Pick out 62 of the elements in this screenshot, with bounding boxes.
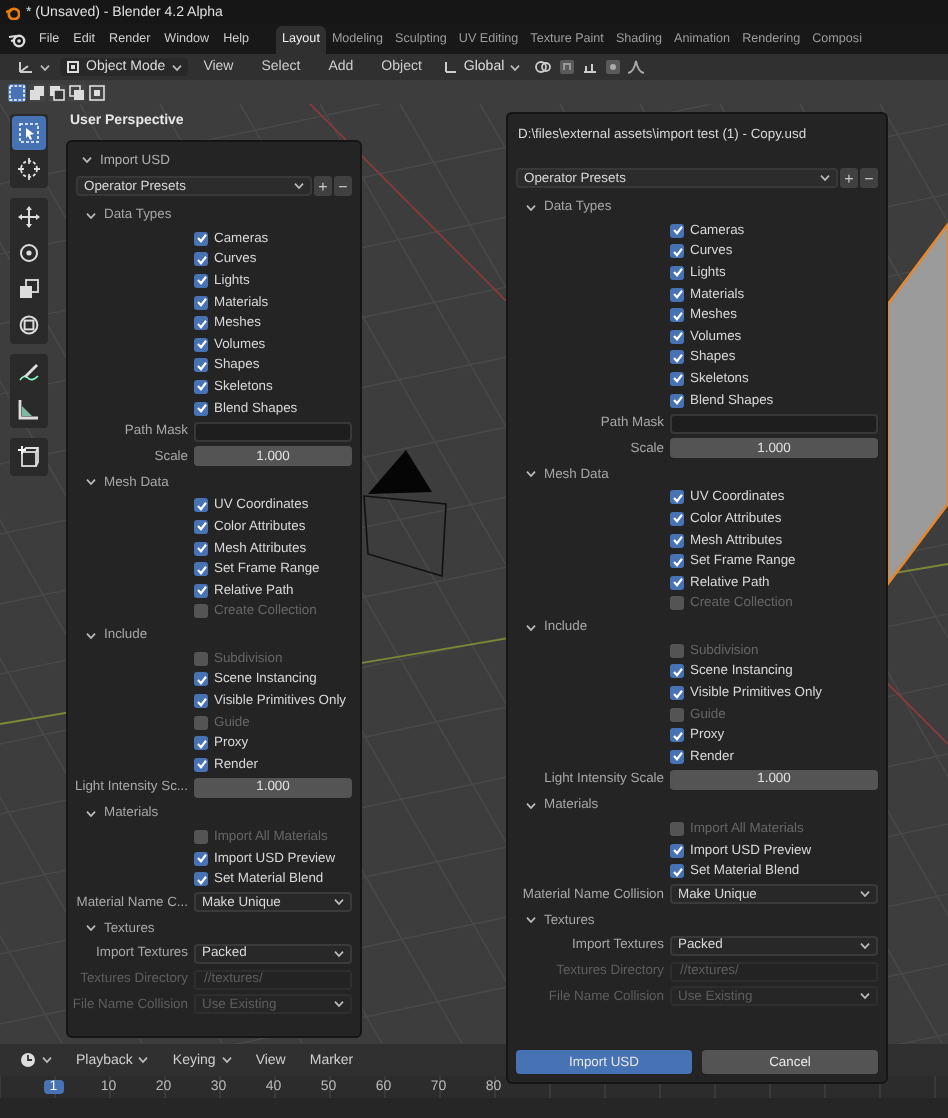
chevron-icon <box>86 631 96 640</box>
chevron-icon <box>526 916 536 925</box>
selection-mode-button[interactable] <box>28 83 46 101</box>
annotate-tool-icon <box>18 362 40 384</box>
scale-tool-icon <box>18 278 40 300</box>
chevron-icon <box>334 1000 344 1009</box>
chevron-icon <box>82 156 92 164</box>
invert-selection-icon <box>68 83 86 101</box>
axes-icon <box>18 60 34 74</box>
chevron-icon <box>526 470 536 479</box>
rotate-tool-icon <box>18 242 40 264</box>
chevron-icon <box>40 63 50 71</box>
snap-icon[interactable] <box>560 60 575 74</box>
proportional-icon[interactable] <box>606 60 621 74</box>
snap-target-icon[interactable] <box>582 60 599 74</box>
intersect-selection-icon <box>88 83 106 101</box>
chevron-icon <box>820 174 830 182</box>
chevron-icon <box>860 890 870 899</box>
axes-icon <box>443 60 458 74</box>
chevron-icon <box>138 1056 149 1064</box>
selection-mode-button[interactable] <box>68 83 86 101</box>
chevron-icon <box>86 809 96 818</box>
extend-selection-icon <box>28 83 46 101</box>
object-mode-icon <box>66 60 80 74</box>
chevron-icon <box>860 992 870 1001</box>
chevron-icon <box>334 898 344 907</box>
selection-mode-button[interactable] <box>88 83 106 101</box>
chevron-icon <box>86 924 96 933</box>
pivot-icon[interactable] <box>534 60 553 74</box>
selection-mode-button[interactable] <box>48 83 66 101</box>
chevron-icon <box>86 211 96 219</box>
text-field[interactable] <box>194 421 352 442</box>
remove-preset-button[interactable]: − <box>334 176 352 196</box>
chevron-icon <box>526 801 536 810</box>
move-tool-icon <box>18 206 40 228</box>
new-selection-icon <box>8 83 26 101</box>
chevron-icon <box>860 941 870 950</box>
move-tool-button[interactable] <box>12 200 46 234</box>
chevron-icon <box>334 949 344 958</box>
select-box-tool-icon <box>18 122 40 144</box>
falloff-icon[interactable] <box>628 60 645 74</box>
chevron-icon <box>86 478 96 487</box>
add-preset-button[interactable]: + <box>840 168 858 188</box>
text-field[interactable] <box>670 413 878 434</box>
chevron-icon <box>171 63 182 71</box>
chevron-icon <box>526 203 536 211</box>
chevron-icon <box>294 182 304 190</box>
remove-preset-button[interactable]: − <box>860 168 878 188</box>
measure-tool-icon <box>18 398 40 420</box>
cursor-tool-button[interactable] <box>12 152 46 186</box>
add-cube-tool-icon <box>18 446 40 468</box>
transform-tool-icon <box>18 314 40 336</box>
clock-icon <box>20 1052 36 1068</box>
add-preset-button[interactable]: + <box>314 176 332 196</box>
chevron-icon <box>526 623 536 632</box>
chevron-icon <box>510 63 521 71</box>
select-box-tool-button[interactable] <box>12 116 46 150</box>
chevron-icon <box>42 1056 52 1064</box>
app-logo-icon <box>6 5 20 19</box>
chevron-icon <box>221 1056 232 1064</box>
app-logo-icon[interactable] <box>8 31 26 47</box>
cursor-tool-icon <box>18 158 40 180</box>
